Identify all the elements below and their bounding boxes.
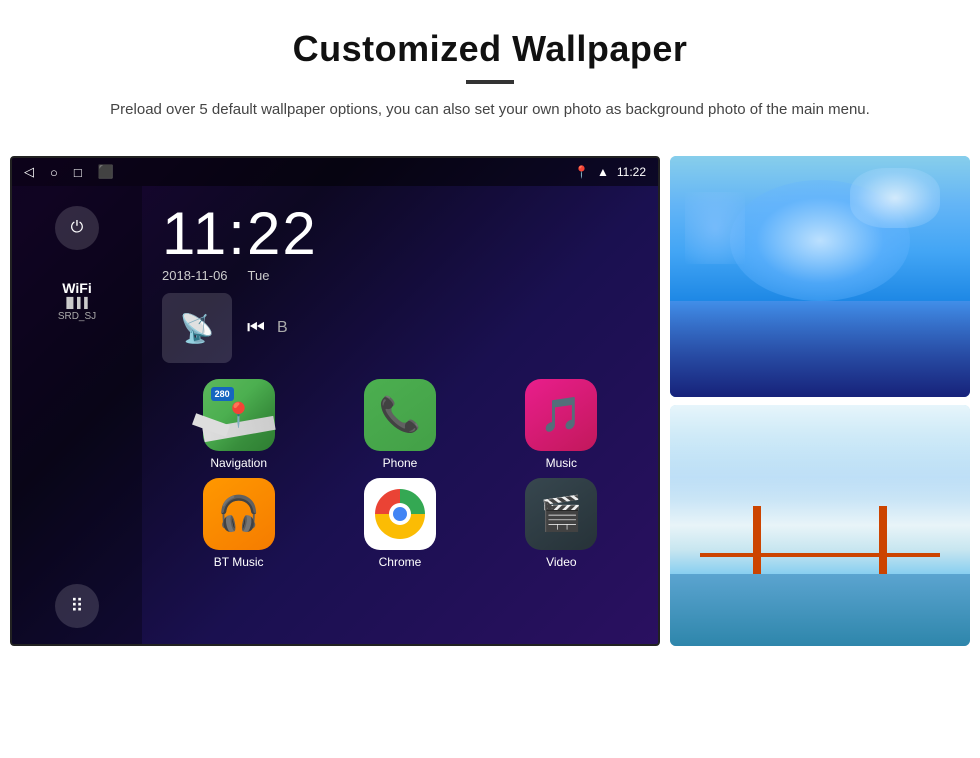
video-icon: 🎬 [540,494,582,534]
bt-music-label: BT Music [214,555,264,569]
back-icon[interactable]: ◁ [24,164,34,180]
app-video[interactable]: 🎬 Video [485,478,638,569]
home-icon[interactable]: ○ [50,165,58,180]
wifi-label: WiFi [58,280,96,296]
gg-tower-left [753,506,761,573]
android-body: ⏻ WiFi ▐▌▌▌ SRD_SJ ⠿ 11:22 2018-11-06 [12,186,658,646]
prev-button[interactable]: ⏮ [247,317,265,340]
media-wifi-icon: 📡 [180,312,215,345]
chrome-label: Chrome [379,555,422,569]
wifi-bars: ▐▌▌▌ [58,298,96,309]
ice-cave-bg [670,156,970,397]
next-button[interactable]: B [277,319,288,337]
wallpaper-golden-gate[interactable] [670,405,970,646]
day-value: Tue [248,268,270,283]
media-strip: 📡 ⏮ B [142,293,658,371]
android-sidebar: ⏻ WiFi ▐▌▌▌ SRD_SJ ⠿ [12,186,142,646]
app-grid: 280 📍 Navigation 📞 Phone [142,371,658,577]
content-area: ◁ ○ □ ⬛ 📍 ▲ 11:22 ⏻ WiFi [0,138,980,646]
gg-bridge [700,489,940,573]
apps-button[interactable]: ⠿ [55,584,99,628]
gg-deck [700,553,940,557]
gg-fog [670,405,970,501]
chrome-circle [375,489,425,539]
nav-badge: 280 [211,387,234,401]
recent-icon[interactable]: □ [74,165,82,180]
music-label: Music [546,456,577,470]
page-container: Customized Wallpaper Preload over 5 defa… [0,0,980,646]
gg-water [670,574,970,646]
clock-time: 11:22 [162,204,638,264]
ice-cave-detail [670,301,970,397]
ice-highlight-2 [685,192,745,264]
wallpaper-ice-cave[interactable] [670,156,970,397]
media-icon-box: 📡 [162,293,232,363]
date-value: 2018-11-06 [162,268,228,283]
power-button[interactable]: ⏻ [55,206,99,250]
status-time: 11:22 [617,165,646,179]
title-divider [466,80,514,84]
signal-icon: ▲ [597,165,609,179]
clock-date: 2018-11-06 Tue [162,268,638,283]
app-navigation[interactable]: 280 📍 Navigation [162,379,315,470]
location-icon: 📍 [574,165,589,179]
status-bar: ◁ ○ □ ⬛ 📍 ▲ 11:22 [12,158,658,186]
bt-music-icon: 🎧 [217,494,259,534]
screenshot-icon[interactable]: ⬛ [98,164,114,180]
status-left: ◁ ○ □ ⬛ [24,164,114,180]
page-title: Customized Wallpaper [60,28,920,70]
phone-label: Phone [383,456,418,470]
music-icon: 🎵 [540,395,582,435]
wallpaper-previews [670,156,970,646]
video-label: Video [546,555,576,569]
page-description: Preload over 5 default wallpaper options… [100,98,880,122]
app-bt-music[interactable]: 🎧 BT Music [162,478,315,569]
clock-area: 11:22 2018-11-06 Tue [142,186,658,293]
gg-tower-right [879,506,887,573]
golden-gate-bg [670,405,970,646]
app-music[interactable]: 🎵 Music [485,379,638,470]
app-chrome[interactable]: Chrome [323,478,476,569]
ice-highlight-1 [850,168,940,228]
android-main: 11:22 2018-11-06 Tue 📡 ⏮ B [142,186,658,646]
status-right: 📍 ▲ 11:22 [574,165,646,179]
android-screen: ◁ ○ □ ⬛ 📍 ▲ 11:22 ⏻ WiFi [10,156,660,646]
nav-label: Navigation [210,456,267,470]
app-phone[interactable]: 📞 Phone [323,379,476,470]
wifi-ssid: SRD_SJ [58,311,96,322]
phone-icon: 📞 [379,395,421,435]
media-controls: ⏮ B [247,317,288,340]
wifi-info: WiFi ▐▌▌▌ SRD_SJ [58,280,96,322]
nav-pin-icon: 📍 [224,401,254,430]
page-header: Customized Wallpaper Preload over 5 defa… [0,0,980,138]
